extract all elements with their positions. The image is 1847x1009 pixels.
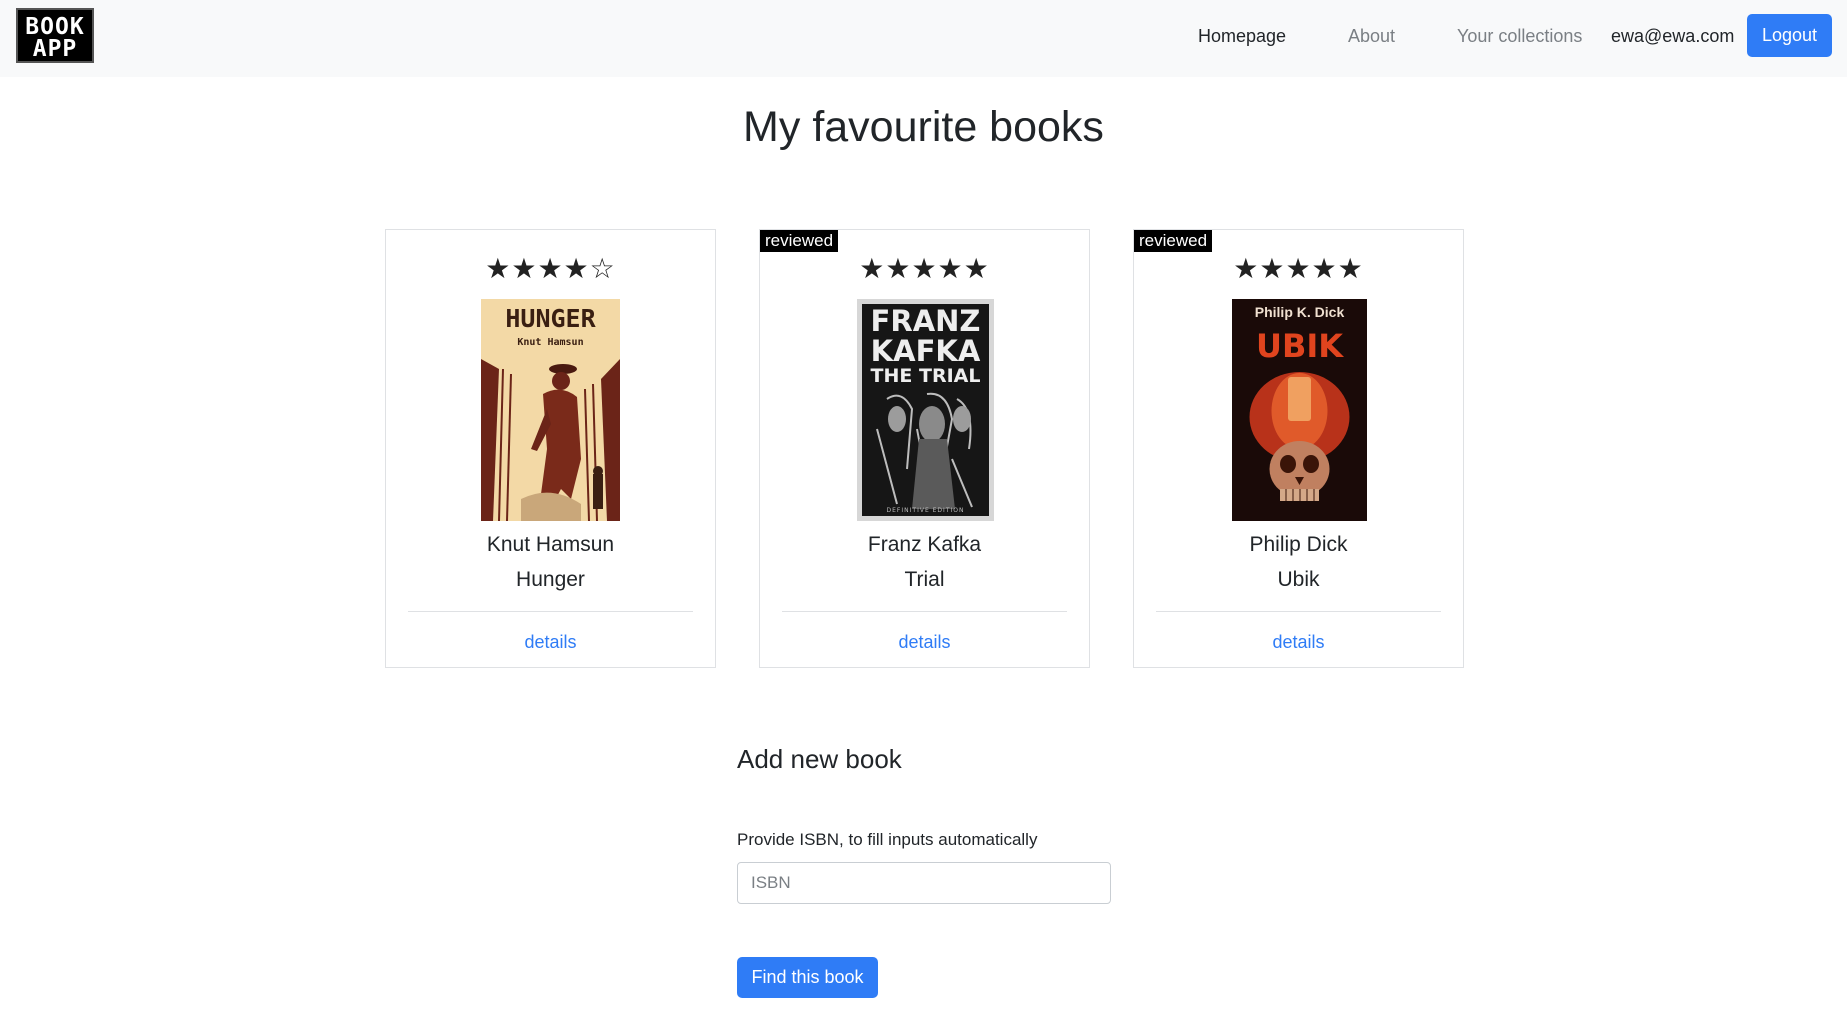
app-logo[interactable]: BOOK APP: [16, 8, 94, 63]
page-title: My favourite books: [743, 103, 1104, 151]
isbn-input[interactable]: [737, 862, 1111, 904]
logo-line-2: APP: [32, 36, 78, 62]
card-divider: [408, 611, 693, 612]
cover-footer: DEFINITIVE EDITION: [886, 507, 964, 514]
card-divider: [1156, 611, 1441, 612]
details-link[interactable]: details: [760, 630, 1089, 654]
ubik-cover-art: Philip K. Dick UBIK: [1231, 299, 1367, 521]
book-author: Philip Dick: [1249, 533, 1348, 556]
details-link[interactable]: details: [386, 630, 715, 654]
rating-stars: ★★★★☆: [485, 252, 616, 285]
navbar: BOOK APP Homepage About Your collections…: [0, 0, 1847, 77]
cover-title-text: HUNGER: [505, 304, 596, 333]
find-book-button[interactable]: Find this book: [737, 957, 878, 998]
user-email: ewa@ewa.com: [1611, 26, 1735, 46]
cover-line-1: FRANZ: [870, 304, 980, 338]
cover-author-text: Philip K. Dick: [1254, 304, 1344, 320]
logout-button[interactable]: Logout: [1747, 14, 1832, 57]
cover-title-text: UBIK: [1255, 327, 1343, 365]
book-title: Trial: [904, 568, 945, 591]
add-book-heading: Add new book: [737, 744, 902, 774]
rating-stars: ★★★★★: [1233, 252, 1364, 285]
book-card-trial: reviewed ★★★★★ FRANZ KAFKA THE TRIAL DEF…: [759, 229, 1090, 668]
nav-your-collections[interactable]: Your collections: [1457, 24, 1582, 48]
book-cover-trial[interactable]: FRANZ KAFKA THE TRIAL DEFINITIVE EDITION: [856, 299, 994, 521]
book-title: Hunger: [516, 568, 585, 591]
book-cover-ubik[interactable]: Philip K. Dick UBIK: [1231, 299, 1367, 521]
nav-homepage[interactable]: Homepage: [1198, 24, 1286, 48]
trial-cover-art: FRANZ KAFKA THE TRIAL DEFINITIVE EDITION: [856, 299, 994, 521]
book-title: Ubik: [1277, 568, 1320, 591]
hunger-cover-art: HUNGER Knut Hamsun: [480, 299, 620, 521]
reviewed-badge: reviewed: [760, 230, 839, 252]
book-card-hunger: ★★★★☆ HUNGER Knut Hamsun Knut Hamsun Hun…: [385, 229, 716, 668]
logo-line-1: BOOK: [25, 14, 85, 40]
card-divider: [782, 611, 1067, 612]
details-link[interactable]: details: [1134, 630, 1463, 654]
nav-about[interactable]: About: [1348, 24, 1395, 48]
cover-line-2: KAFKA: [870, 334, 980, 368]
book-author: Knut Hamsun: [486, 533, 615, 556]
reviewed-badge: reviewed: [1134, 230, 1213, 252]
isbn-label: Provide ISBN, to fill inputs automatical…: [737, 830, 1038, 849]
book-author: Franz Kafka: [867, 533, 982, 556]
book-card-ubik: reviewed ★★★★★ Philip K. Dick UBIK Phili…: [1133, 229, 1464, 668]
cover-author-text: Knut Hamsun: [517, 337, 583, 348]
rating-stars: ★★★★★: [859, 252, 990, 285]
book-cover-hunger[interactable]: HUNGER Knut Hamsun: [480, 299, 620, 521]
cover-line-3: THE TRIAL: [870, 365, 980, 387]
